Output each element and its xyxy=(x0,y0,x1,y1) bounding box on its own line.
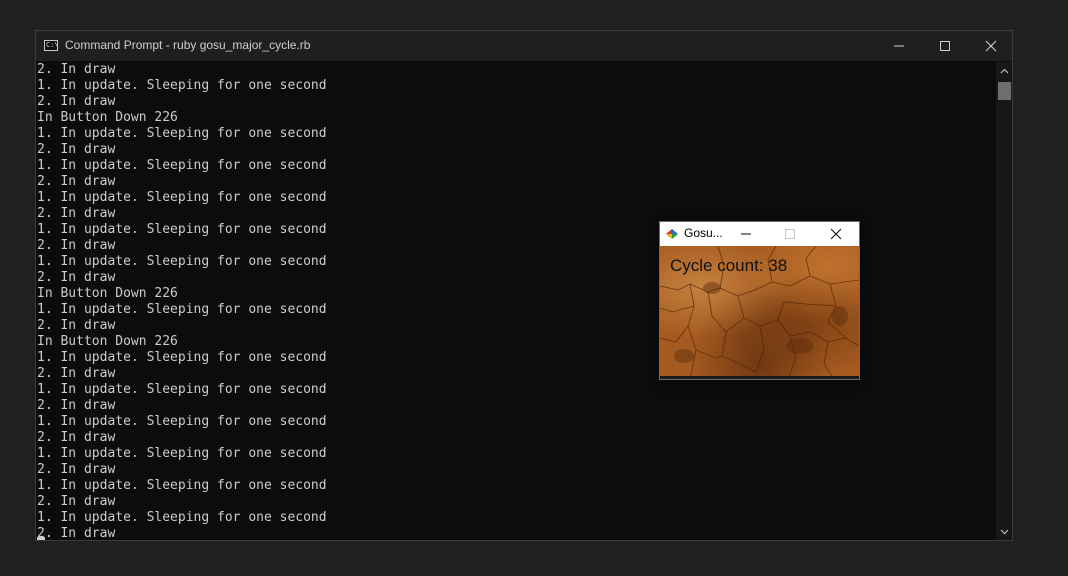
gosu-maximize-button[interactable] xyxy=(767,222,813,246)
console-line: 1. In update. Sleeping for one second xyxy=(37,190,327,205)
console-line: In Button Down 226 xyxy=(37,110,178,125)
gosu-game-canvas[interactable]: Cycle count: 38 xyxy=(660,246,859,379)
scroll-down-button[interactable] xyxy=(996,523,1012,540)
console-line: 2. In draw xyxy=(37,526,116,540)
console-line: 2. In draw xyxy=(37,398,116,413)
console-line: 2. In draw xyxy=(37,142,116,157)
console-line: 2. In draw xyxy=(37,62,116,77)
chevron-up-icon xyxy=(1000,68,1009,73)
console-line: 1. In update. Sleeping for one second xyxy=(37,158,327,173)
maximize-icon xyxy=(940,41,950,51)
console-line: 1. In update. Sleeping for one second xyxy=(37,510,327,525)
close-icon xyxy=(985,40,997,52)
minimize-icon xyxy=(894,45,904,47)
cycle-count-label: Cycle count: 38 xyxy=(670,256,788,275)
console-line: 1. In update. Sleeping for one second xyxy=(37,382,327,397)
cmd-titlebar[interactable]: C:\ Command Prompt - ruby gosu_major_cyc… xyxy=(36,31,1012,61)
cmd-window-title: Command Prompt - ruby gosu_major_cycle.r… xyxy=(65,38,311,52)
command-prompt-icon: C:\ xyxy=(44,40,58,51)
console-line: 2. In draw xyxy=(37,494,116,509)
gosu-close-button[interactable] xyxy=(813,222,859,246)
minimize-icon xyxy=(741,233,751,235)
scrollbar-thumb[interactable] xyxy=(998,82,1011,100)
gosu-titlebar[interactable]: Gosu... xyxy=(660,222,859,246)
console-line: 2. In draw xyxy=(37,462,116,477)
chevron-down-icon xyxy=(1000,529,1009,534)
console-line: 2. In draw xyxy=(37,174,116,189)
vertical-scrollbar[interactable] xyxy=(996,62,1012,540)
gosu-game-window: Gosu... Cycle count: 38 xyxy=(659,221,860,380)
cmd-maximize-button[interactable] xyxy=(922,31,968,61)
console-line: 2. In draw xyxy=(37,430,116,445)
console-line: 2. In draw xyxy=(37,94,116,109)
maximize-icon xyxy=(785,229,795,239)
gosu-logo-icon xyxy=(666,229,678,239)
gosu-window-bottom-edge xyxy=(660,376,859,379)
console-line: 1. In update. Sleeping for one second xyxy=(37,446,327,461)
text-cursor xyxy=(37,537,45,540)
console-line: 1. In update. Sleeping for one second xyxy=(37,478,327,493)
gosu-minimize-button[interactable] xyxy=(723,222,769,246)
scroll-up-button[interactable] xyxy=(996,62,1012,79)
cmd-minimize-button[interactable] xyxy=(876,31,922,61)
console-line: 1. In update. Sleeping for one second xyxy=(37,126,327,141)
gosu-window-title: Gosu... xyxy=(684,226,723,240)
close-icon xyxy=(830,228,842,240)
cmd-close-button[interactable] xyxy=(968,31,1012,61)
console-line: 2. In draw xyxy=(37,206,116,221)
command-prompt-window: C:\ Command Prompt - ruby gosu_major_cyc… xyxy=(35,30,1013,541)
console-line: 1. In update. Sleeping for one second xyxy=(37,78,327,93)
console-line: 1. In update. Sleeping for one second xyxy=(37,414,327,429)
